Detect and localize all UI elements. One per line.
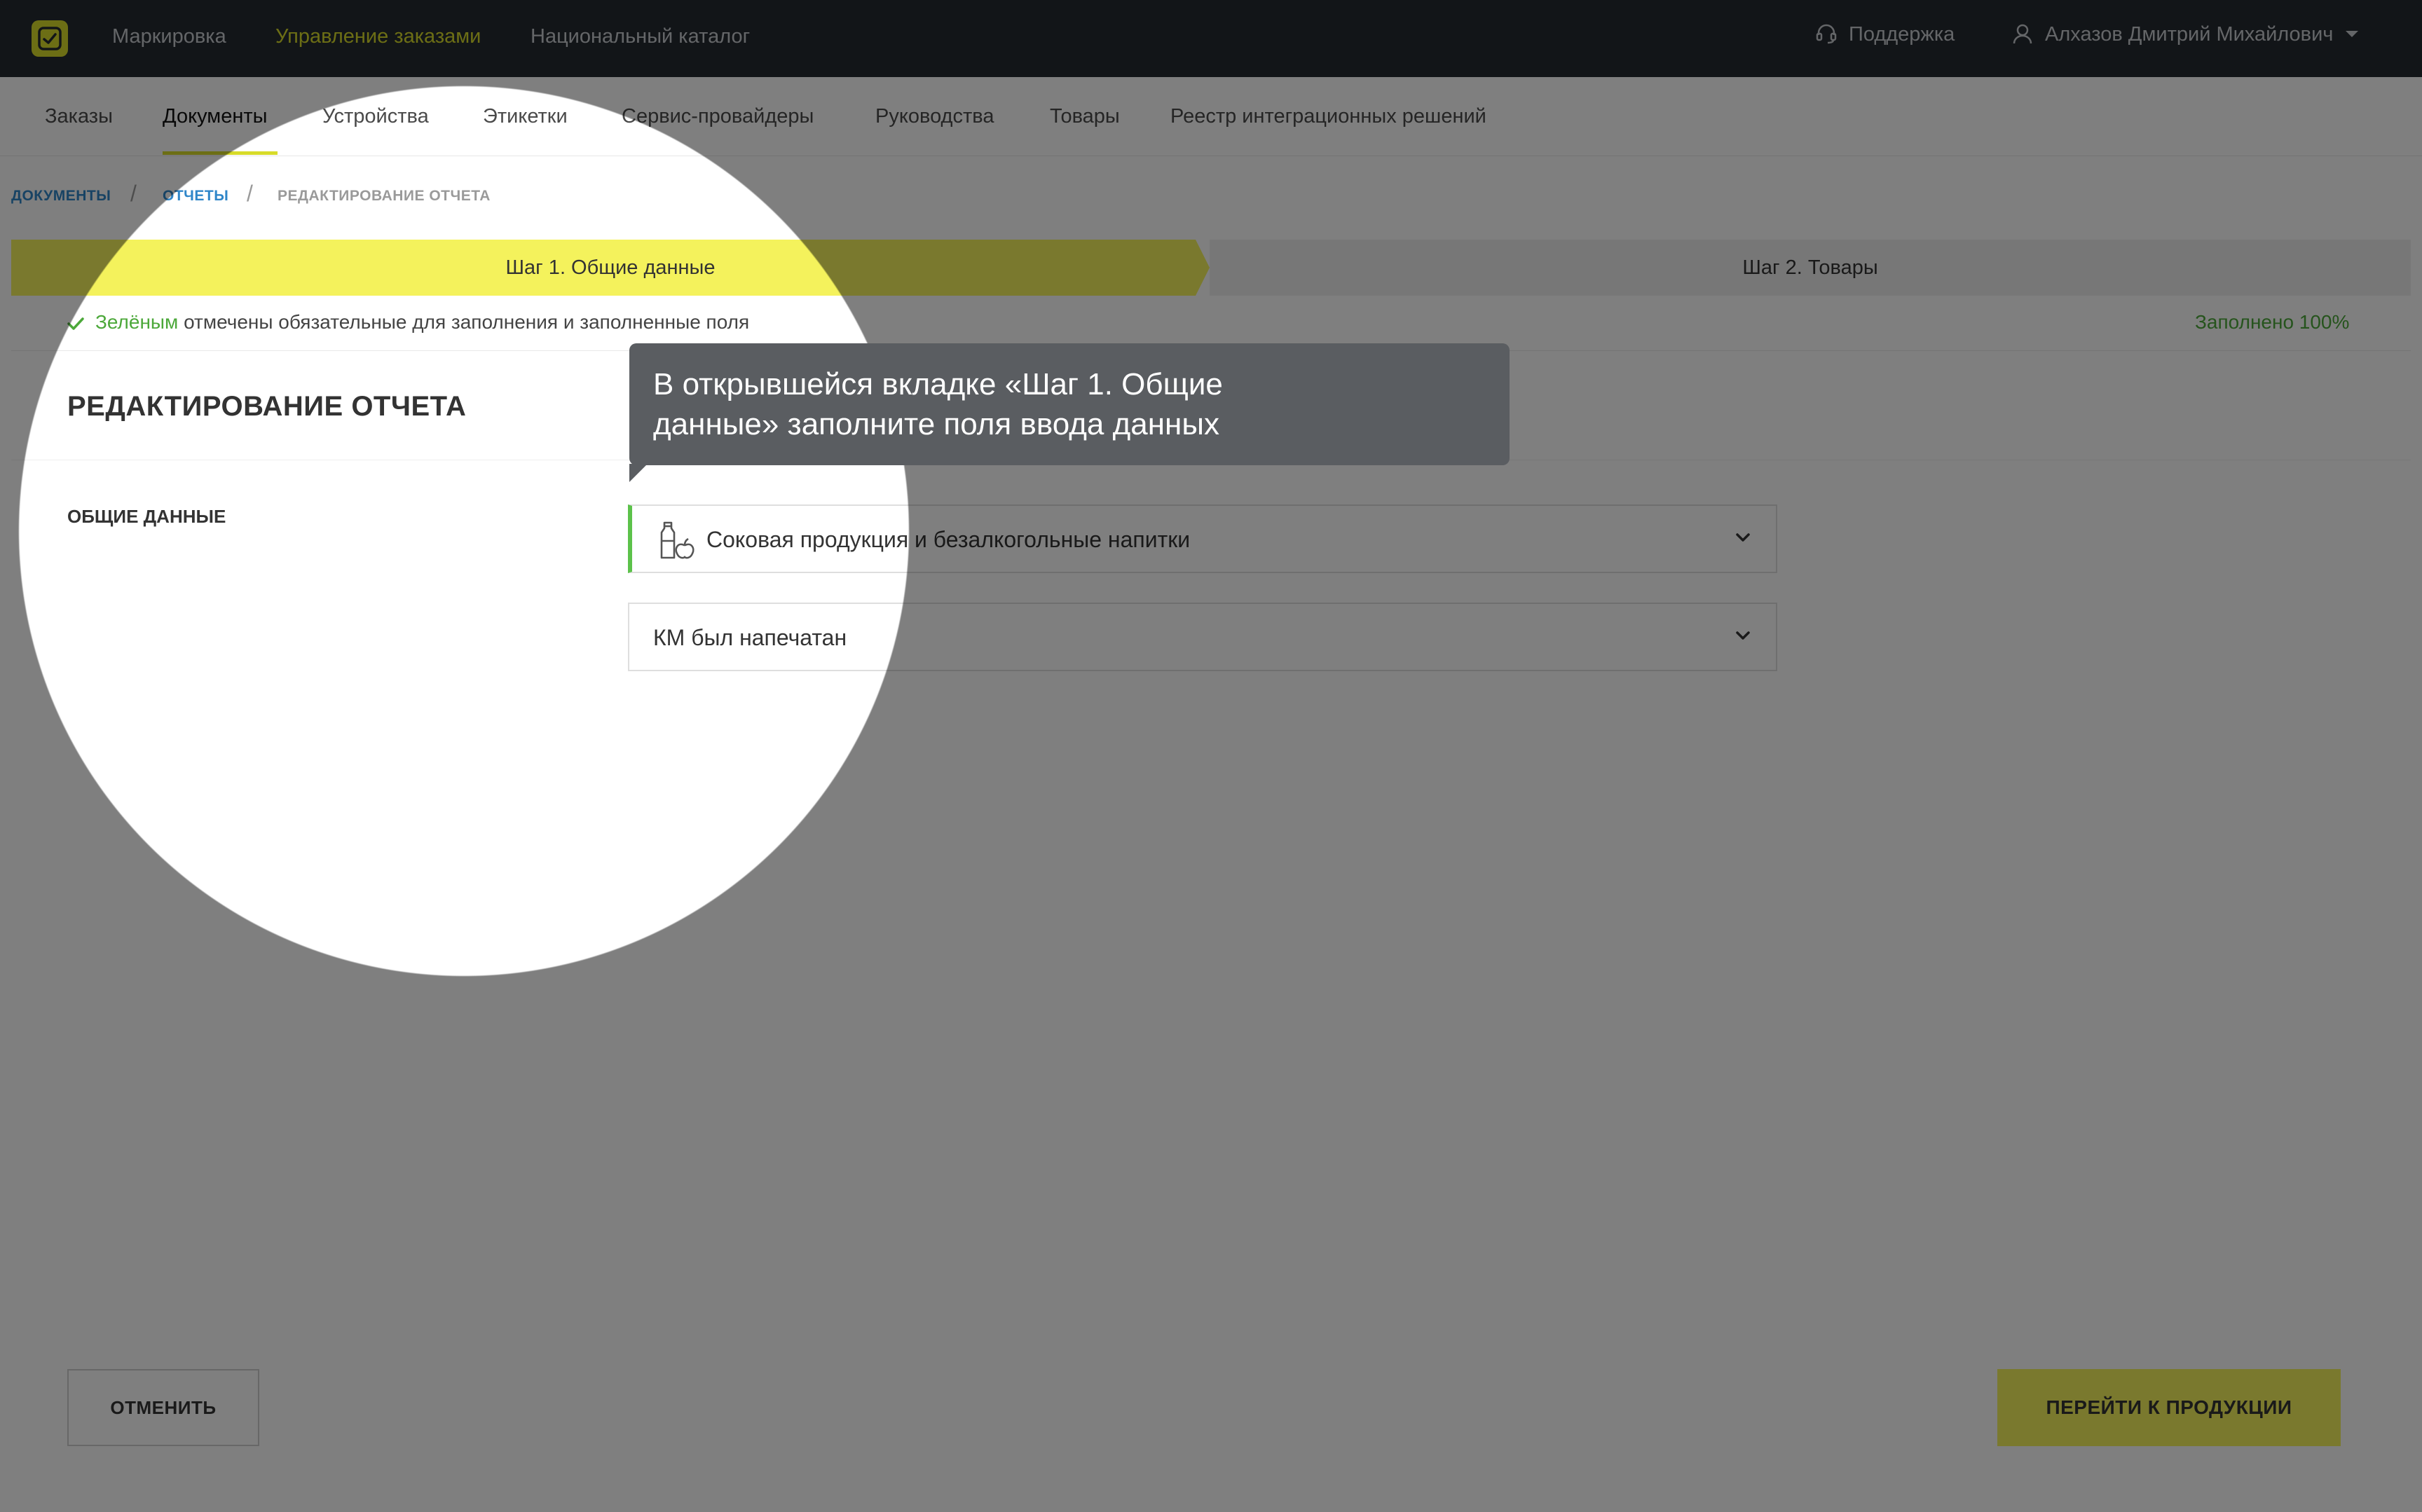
fill-progress: Заполнено 100% xyxy=(2195,311,2350,333)
tooltip-line-2: данные» заполните поля ввода данных xyxy=(653,407,1219,441)
top-nav-national-catalog[interactable]: Национальный каталог xyxy=(531,25,750,48)
step-1-label: Шаг 1. Общие данные xyxy=(505,256,716,279)
chevron-down-icon xyxy=(1736,533,1750,542)
step-2-goods[interactable]: Шаг 2. Товары xyxy=(1210,240,2411,296)
stepper: Шаг 1. Общие данные Шаг 2. Товары xyxy=(11,240,2411,296)
top-nav-markirovka[interactable]: Маркировка xyxy=(112,25,226,48)
tab-goods[interactable]: Товары xyxy=(1050,105,1120,128)
guide-tooltip: В открывшейся вкладке «Шаг 1. Общие данн… xyxy=(629,343,1510,465)
support-label: Поддержка xyxy=(1849,23,1955,46)
tooltip-line-1: В открывшейся вкладке «Шаг 1. Общие xyxy=(653,367,1223,401)
tab-labels[interactable]: Этикетки xyxy=(483,105,568,128)
user-menu[interactable]: Алхазов Дмитрий Михайлович xyxy=(2011,22,2359,46)
active-tab-indicator xyxy=(163,151,278,155)
cancel-button[interactable]: ОТМЕНИТЬ xyxy=(67,1369,259,1446)
product-group-select[interactable]: Соковая продукция и безалкогольные напит… xyxy=(628,504,1777,573)
top-bar: Маркировка Управление заказами Националь… xyxy=(0,0,2422,77)
tab-documents[interactable]: Документы xyxy=(163,105,268,128)
spotlight-overlay xyxy=(0,0,2422,1512)
breadcrumb-documents[interactable]: ДОКУМЕНТЫ xyxy=(11,188,111,205)
section-label-general: ОБЩИЕ ДАННЫЕ xyxy=(67,506,226,527)
bottle-apple-icon xyxy=(660,521,695,559)
tab-devices[interactable]: Устройства xyxy=(322,105,429,128)
check-icon xyxy=(67,317,84,330)
breadcrumb-reports[interactable]: ОТЧЕТЫ xyxy=(163,188,228,205)
tab-service-providers[interactable]: Сервис-провайдеры xyxy=(622,105,814,128)
product-group-value: Соковая продукция и безалкогольные напит… xyxy=(706,527,1191,552)
tab-guides[interactable]: Руководства xyxy=(875,105,994,128)
go-to-products-button[interactable]: ПЕРЕЙТИ К ПРОДУКЦИИ xyxy=(1997,1369,2341,1446)
breadcrumb-separator: / xyxy=(130,181,137,206)
form-title: РЕДАКТИРОВАНИЕ ОТЧЕТА xyxy=(67,391,467,422)
user-name: Алхазов Дмитрий Михайлович xyxy=(2045,23,2334,46)
hint-text: отмечены обязательные для заполнения и з… xyxy=(178,311,750,333)
support-link[interactable]: Поддержка xyxy=(1815,22,1955,46)
logo-icon[interactable] xyxy=(32,20,68,57)
sub-nav: Заказы Документы Устройства Этикетки Сер… xyxy=(0,77,2422,156)
page: Маркировка Управление заказами Националь… xyxy=(0,0,2422,1512)
breadcrumb-separator: / xyxy=(247,181,253,206)
top-nav-order-management[interactable]: Управление заказами xyxy=(275,25,481,48)
breadcrumb-current: РЕДАКТИРОВАНИЕ ОТЧЕТА xyxy=(278,188,491,204)
user-icon xyxy=(2013,24,2032,44)
tab-orders[interactable]: Заказы xyxy=(45,105,113,128)
caret-down-icon xyxy=(2346,31,2359,37)
headset-icon xyxy=(1816,24,1837,44)
step-1-general-data[interactable]: Шаг 1. Общие данные xyxy=(11,240,1210,296)
km-status-value: КМ был напечатан xyxy=(653,625,847,650)
km-status-select[interactable]: КМ был напечатан xyxy=(628,603,1777,671)
chevron-down-icon xyxy=(1736,631,1750,640)
tooltip-pointer xyxy=(629,464,648,482)
tab-integration-registry[interactable]: Реестр интеграционных решений xyxy=(1170,105,1486,128)
required-fields-hint: Зелёным отмечены обязательные для заполн… xyxy=(67,311,749,334)
hint-green-word: Зелёным xyxy=(95,311,179,333)
